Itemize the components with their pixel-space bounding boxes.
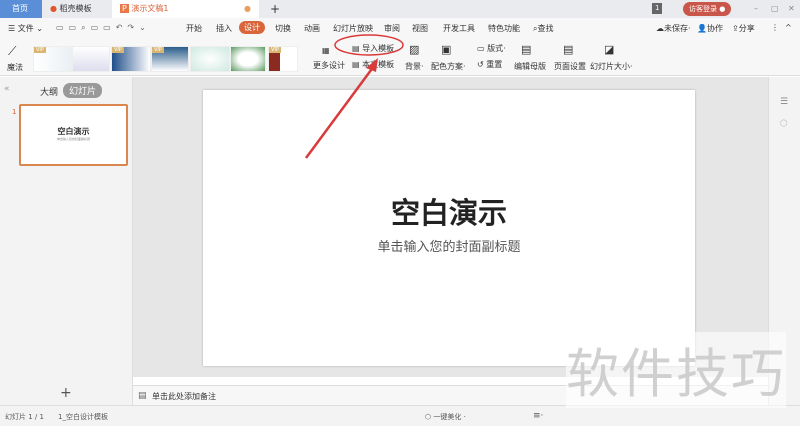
watermark: 软件技巧 — [566, 332, 786, 408]
annotation-arrowhead — [366, 58, 378, 72]
annotation-arrow — [304, 65, 376, 159]
annotation-circle — [334, 34, 404, 56]
